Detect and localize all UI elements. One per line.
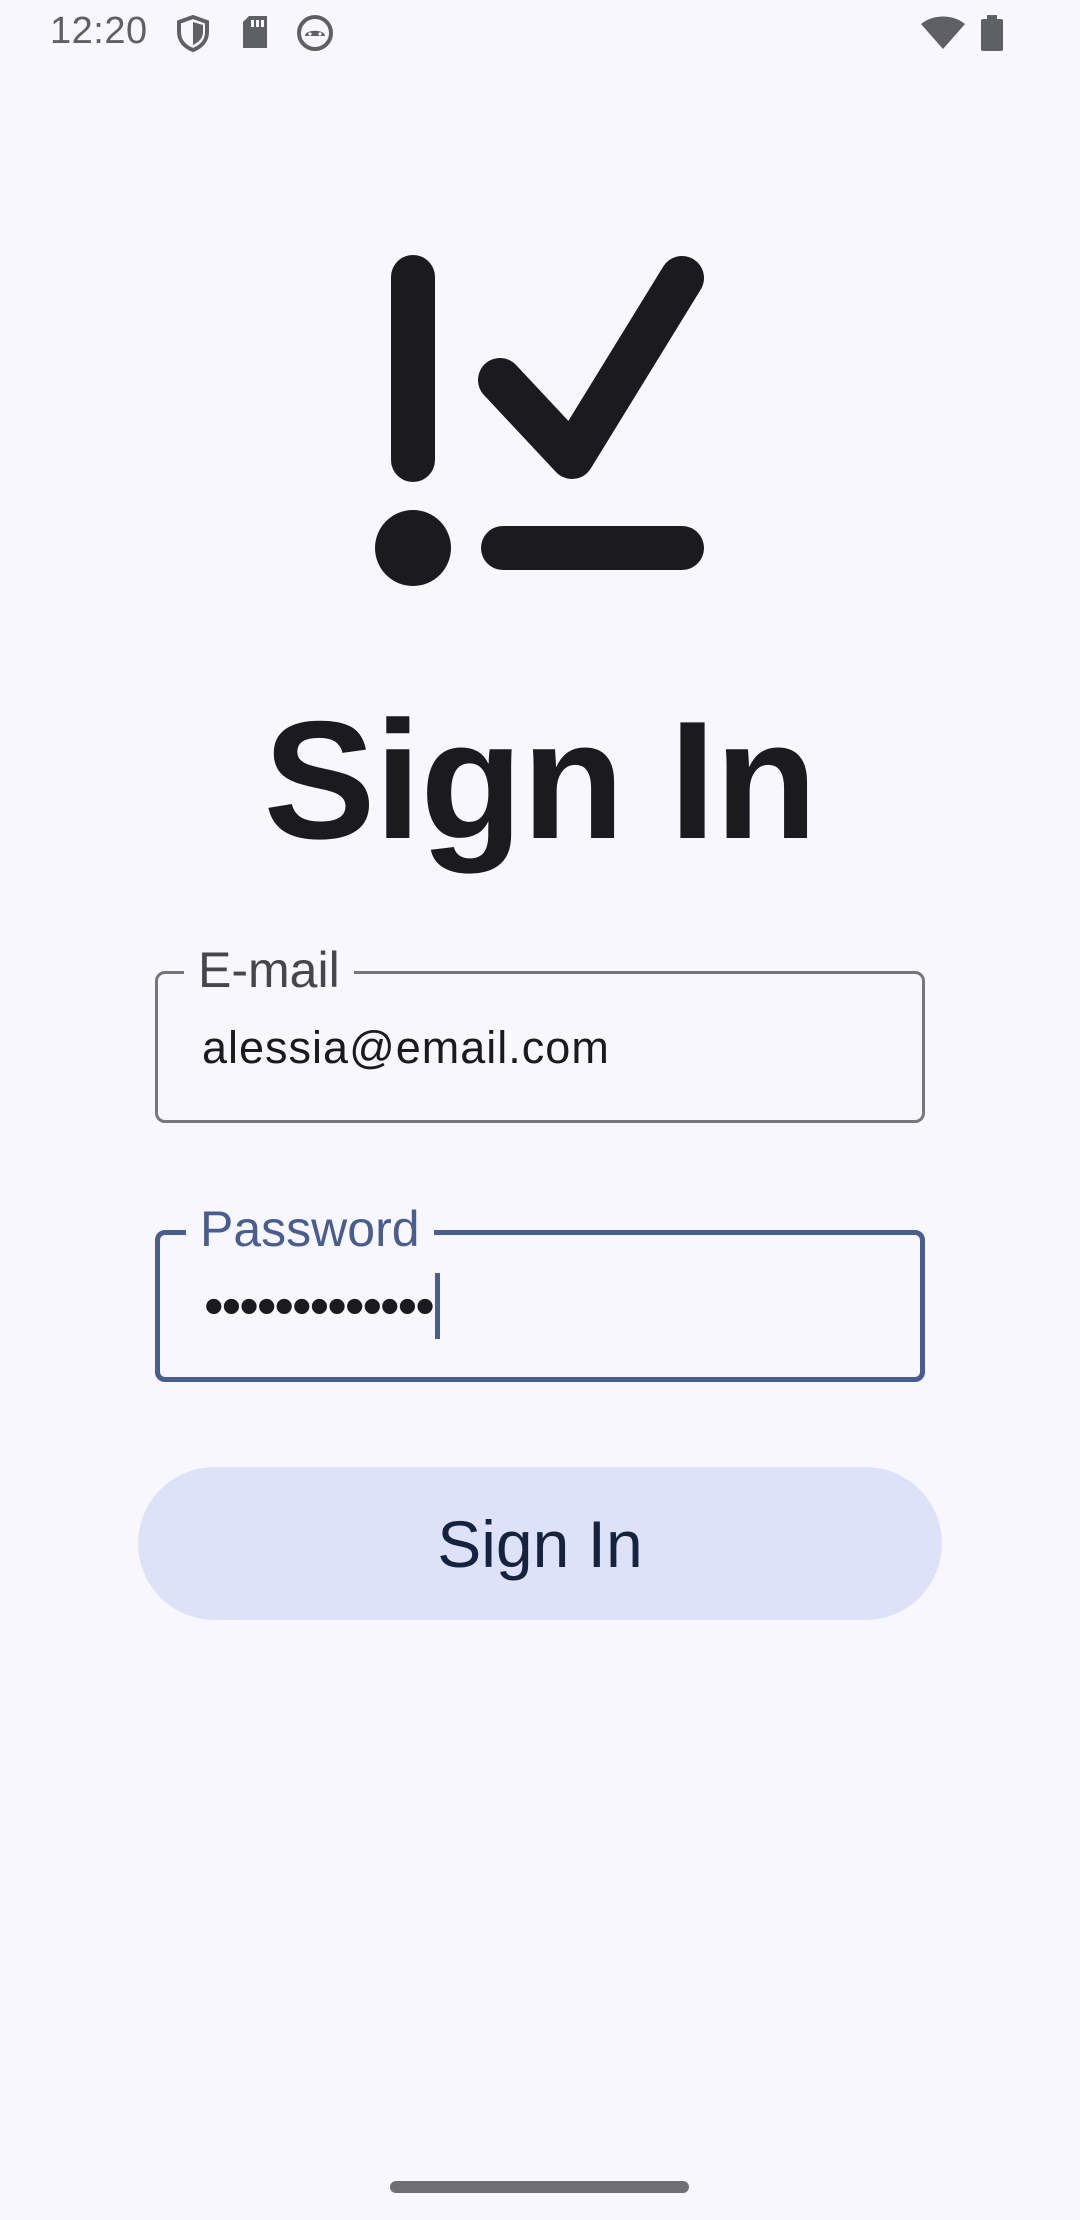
password-field[interactable]: Password ••••••••••••• [155,1199,925,1382]
home-gesture-bar[interactable] [390,2181,689,2193]
email-field-value[interactable]: alessia@email.com [202,1020,610,1076]
sign-in-screen: 12:20 Sign In E-mail alessia@email.com P… [0,0,1080,2220]
password-masked-text: ••••••••••••• [204,1274,435,1337]
password-field-value[interactable]: ••••••••••••• [204,1271,440,1341]
sign-in-button[interactable]: Sign In [138,1467,942,1620]
sd-card-icon [240,14,270,55]
page-title: Sign In [263,686,818,874]
checklist-logo-icon [370,255,710,595]
email-field-label: E-mail [184,940,354,1000]
shield-icon [175,14,211,57]
text-cursor [434,1273,440,1339]
status-time: 12:20 [50,10,148,52]
email-field[interactable]: E-mail alessia@email.com [155,940,925,1123]
wifi-icon [920,16,966,55]
android-debug-icon [296,14,334,57]
password-field-label: Password [186,1199,434,1259]
battery-icon [980,14,1004,57]
status-bar: 12:20 [0,0,1080,66]
